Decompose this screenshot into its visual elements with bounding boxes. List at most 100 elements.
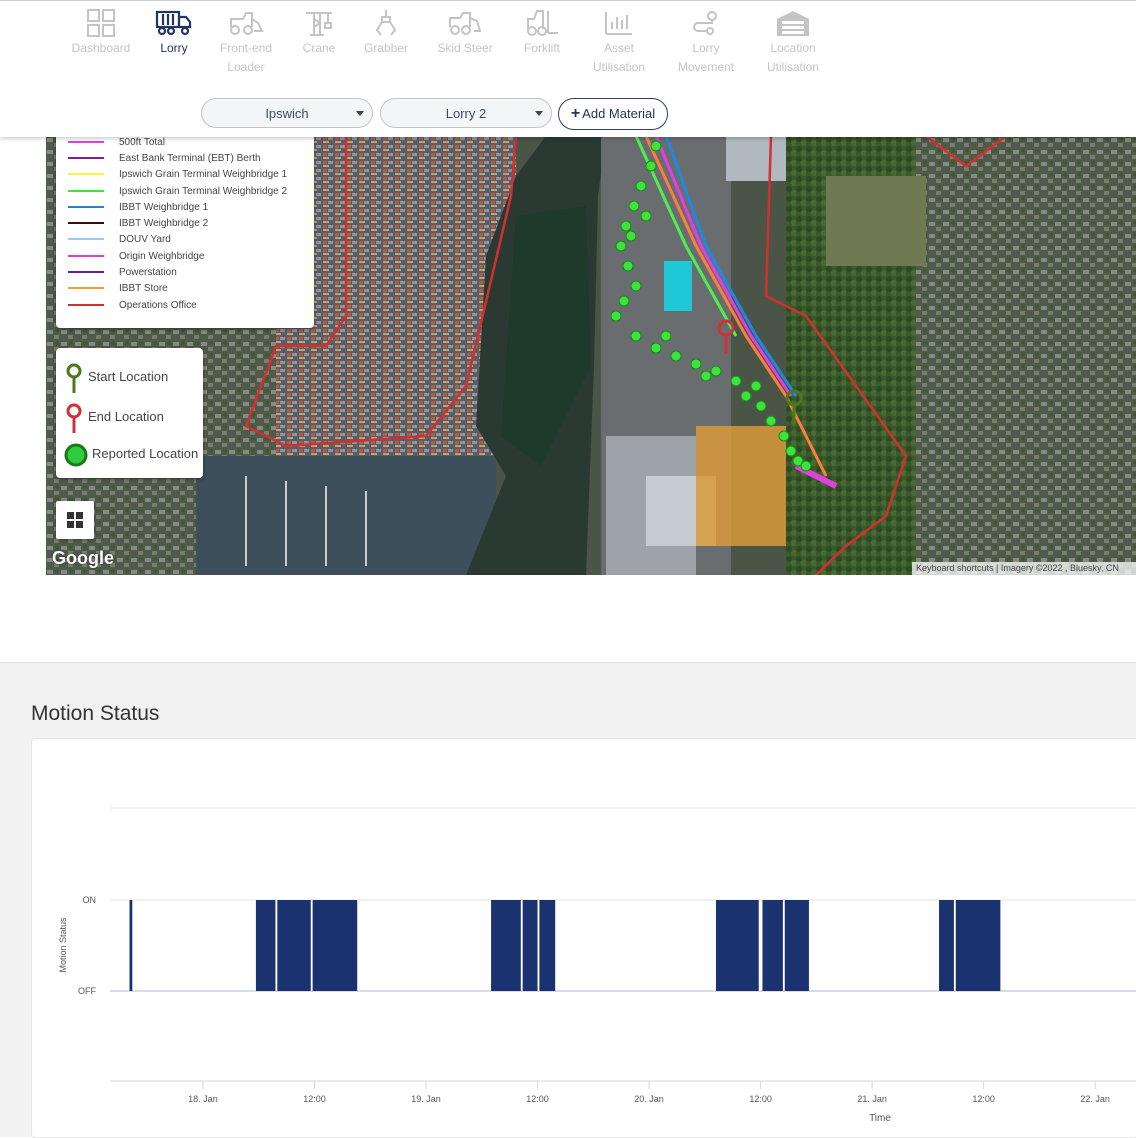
nav-item-skid-steer[interactable]: Skid Steer <box>425 9 505 58</box>
nav-item-asset-utilisation[interactable]: Asset Utilisation <box>579 9 659 77</box>
vehicle-select-value: Lorry 2 <box>445 106 487 121</box>
nav-item-grabber[interactable]: Grabber <box>346 9 426 58</box>
nav-label: Forklift <box>524 41 560 55</box>
legend-item: IBBT Store <box>68 281 168 297</box>
y-axis-label: Motion Status <box>58 917 68 973</box>
motion-on-interval <box>539 900 556 991</box>
legend-item: IBBT Weighbridge 1 <box>68 200 208 216</box>
reported-location-label: Reported Location <box>92 446 199 461</box>
top-navigation: Dashboard Lorry Front-end Loader Crane G… <box>0 0 1136 137</box>
motion-on-interval <box>129 900 133 991</box>
legend-swatch <box>68 206 104 209</box>
legend-label: IBBT Weighbridge 1 <box>119 202 209 213</box>
legend-swatch <box>68 238 104 241</box>
legend-label: Ipswich Grain Terminal Weighbridge 1 <box>119 169 288 180</box>
end-location-label: End Location <box>88 409 164 424</box>
legend-label: Origin Weighbridge <box>119 251 205 262</box>
loader-icon <box>230 12 264 35</box>
y-tick-label: ON <box>83 895 97 905</box>
x-axis-label: Time <box>869 1113 891 1124</box>
legend-item: DOUV Yard <box>68 232 171 248</box>
legend-swatch <box>68 304 104 307</box>
legend-swatch <box>68 271 104 274</box>
legend-swatch <box>68 287 104 290</box>
vehicle-select[interactable]: Lorry 2 <box>380 98 552 128</box>
nav-label: Asset Utilisation <box>592 41 646 74</box>
reported-location-key: Reported Location <box>64 439 198 469</box>
legend-item: Powerstation <box>68 265 177 281</box>
skid-steer-icon <box>449 12 482 35</box>
grabber-icon <box>375 10 397 36</box>
y-tick-label: OFF <box>78 986 96 996</box>
legend-item: Operations Office <box>68 298 197 314</box>
route-icon <box>693 11 717 35</box>
add-material-label: Add Material <box>582 106 656 121</box>
end-location-key: End Location <box>64 402 164 433</box>
nav-item-location-utilisation[interactable]: Location Utilisation <box>753 9 833 77</box>
legend-label: Powerstation <box>119 267 177 278</box>
motion-chart-card: OFF ON Motion Status 18. Jan 12:00 19. Jan 12:… <box>31 738 1136 1138</box>
crane-icon <box>306 12 332 36</box>
nav-item-dashboard[interactable]: Dashboard <box>61 9 141 58</box>
x-tick-label: 18. Jan <box>188 1094 218 1104</box>
motion-status-chart[interactable]: OFF ON Motion Status 18. Jan 12:00 19. Jan 12:… <box>32 739 1136 1137</box>
legend-item: Ipswich Grain Terminal Weighbridge 1 <box>68 167 287 183</box>
plus-icon: + <box>570 105 581 122</box>
map-layers-button[interactable] <box>56 501 94 539</box>
site-select-value: Ipswich <box>265 106 309 121</box>
legend-label: Ipswich Grain Terminal Weighbridge 2 <box>119 186 288 197</box>
legend-label: DOUV Yard <box>119 234 171 245</box>
site-select[interactable]: Ipswich <box>201 98 373 128</box>
chevron-down-icon <box>356 111 364 116</box>
motion-status-title: Motion Status <box>31 702 160 725</box>
reported-dot-icon <box>64 443 88 467</box>
legend-item: IBBT Weighbridge 2 <box>68 216 208 232</box>
start-location-key: Start Location <box>64 362 169 393</box>
legend-swatch <box>68 141 104 144</box>
bar-chart-icon <box>605 12 632 35</box>
nav-label: Skid Steer <box>437 41 493 55</box>
nav-item-lorry[interactable]: Lorry <box>134 9 214 58</box>
legend-label: IBBT Weighbridge 2 <box>119 218 209 229</box>
nav-item-forklift[interactable]: Forklift <box>502 9 582 58</box>
map-attribution[interactable]: Keyboard shortcuts | Imagery ©2022 , Blu… <box>912 562 1136 575</box>
legend-item: East Bank Terminal (EBT) Berth <box>68 151 261 167</box>
warehouse-icon <box>777 11 809 36</box>
dashboard-grid-icon <box>87 9 115 37</box>
chevron-down-icon <box>535 111 543 116</box>
end-pin-icon <box>66 403 82 433</box>
nav-label: Lorry <box>160 41 188 55</box>
legend-swatch <box>68 190 104 193</box>
x-tick-label: 12:00 <box>749 1094 772 1104</box>
motion-on-interval <box>277 900 311 991</box>
motion-on-interval <box>522 900 538 991</box>
motion-on-interval <box>715 900 759 991</box>
x-tick-label: 22. Jan <box>1080 1094 1110 1104</box>
motion-on-interval <box>491 900 521 991</box>
legend-label: IBBT Store <box>119 283 168 294</box>
motion-on-interval <box>784 900 809 991</box>
legend-item: Origin Weighbridge <box>68 249 204 265</box>
start-pin-icon <box>66 363 82 393</box>
lorry-icon <box>155 10 192 36</box>
marker-legend: Start Location End Location Reported Loc… <box>56 348 203 478</box>
motion-on-interval <box>312 900 358 991</box>
legend-swatch <box>68 157 104 160</box>
x-tick-label: 21. Jan <box>857 1094 887 1104</box>
x-tick-label: 12:00 <box>303 1094 326 1104</box>
nav-item-lorry-movement[interactable]: Lorry Movement <box>666 9 746 77</box>
legend-label: Operations Office <box>119 300 197 311</box>
nav-item-front-end-loader[interactable]: Front-end Loader <box>206 9 286 77</box>
add-material-button[interactable]: + Add Material <box>558 98 668 130</box>
legend-label: 500ft Total <box>119 137 165 148</box>
start-location-label: Start Location <box>88 369 169 384</box>
motion-on-interval <box>955 900 1001 991</box>
legend-item: Ipswich Grain Terminal Weighbridge 2 <box>68 184 287 200</box>
legend-swatch <box>68 173 104 176</box>
nav-label: Dashboard <box>71 41 131 55</box>
legend-swatch <box>68 222 104 225</box>
legend-swatch <box>68 255 104 258</box>
nav-label: Grabber <box>363 41 409 55</box>
nav-label: Front-end Loader <box>219 41 273 74</box>
legend-item: 500ft Total <box>68 135 165 151</box>
